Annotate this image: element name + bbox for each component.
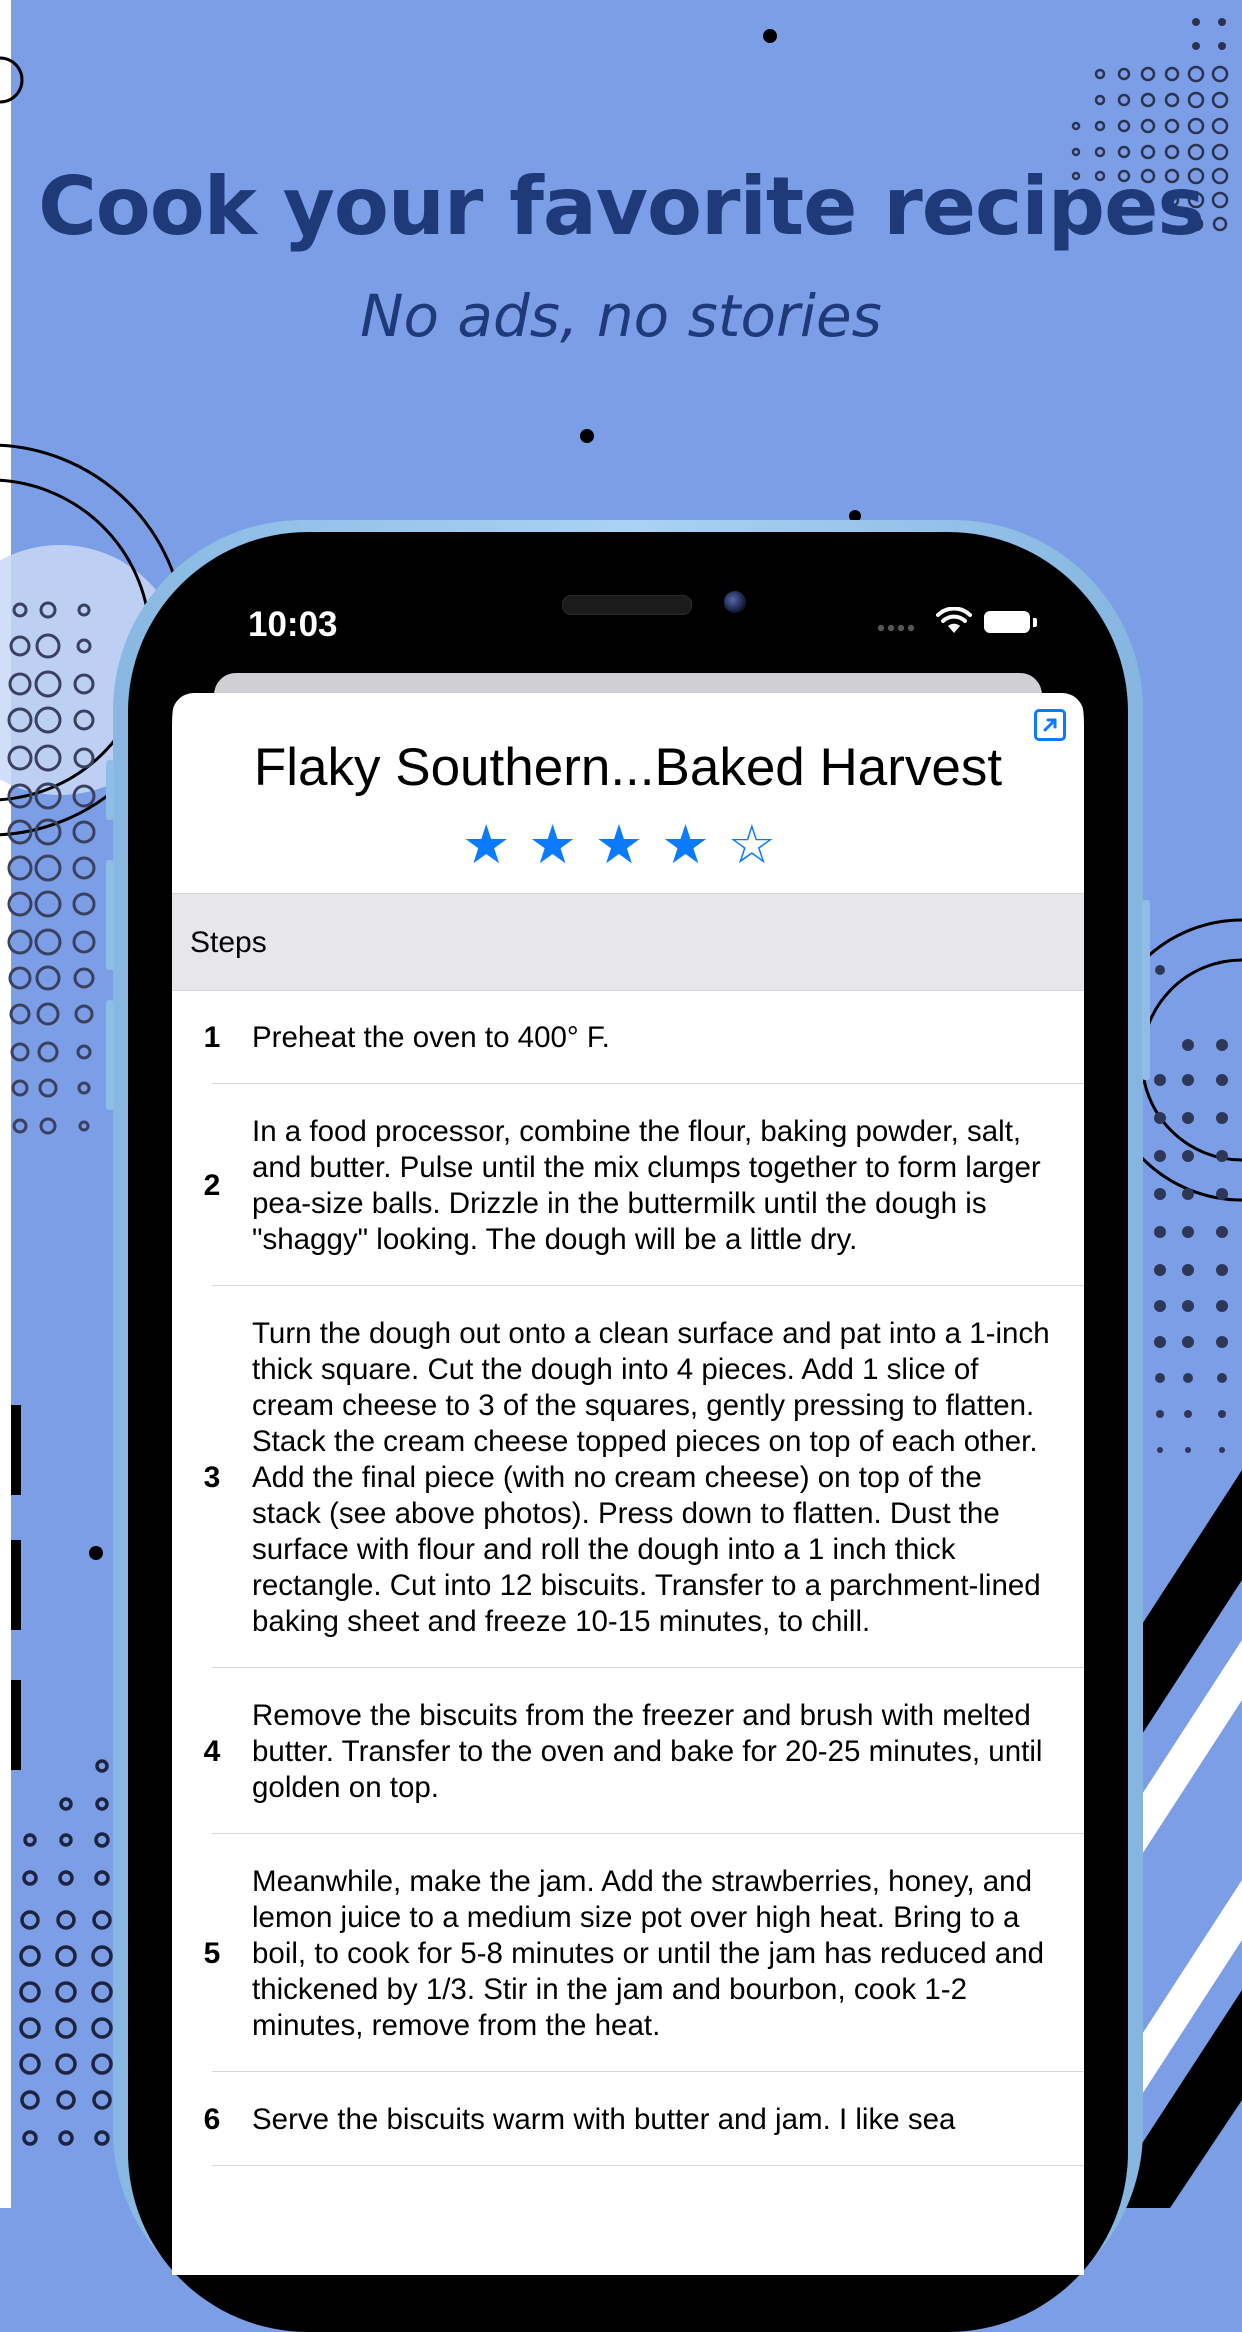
step-row[interactable]: 4 Remove the biscuits from the freezer a… xyxy=(172,1668,1084,1834)
step-row[interactable]: 6 Serve the biscuits warm with butter an… xyxy=(172,2072,1084,2166)
speaker-grille xyxy=(562,595,692,615)
step-number: 3 xyxy=(203,1461,221,1494)
step-text: Preheat the oven to 400° F. xyxy=(252,1021,610,1054)
battery-tip xyxy=(1033,618,1037,627)
phone-side-button xyxy=(106,1000,114,1110)
phone-side-button xyxy=(1142,900,1150,1080)
step-row[interactable]: 1 Preheat the oven to 400° F. xyxy=(172,990,1084,1084)
step-number: 6 xyxy=(203,2103,221,2136)
steps-list: 1 Preheat the oven to 400° F. 2 In a foo… xyxy=(172,990,1084,2166)
step-number: 4 xyxy=(203,1735,221,1768)
steps-section-label: Steps xyxy=(190,926,267,959)
phone-side-button xyxy=(106,760,114,820)
step-row[interactable]: 5 Meanwhile, make the jam. Add the straw… xyxy=(172,1834,1084,2072)
marketing-headline: Cook your favorite recipes xyxy=(38,160,1205,253)
step-text: Serve the biscuits warm with butter and … xyxy=(252,2103,956,2136)
step-number: 2 xyxy=(203,1169,221,1202)
battery-icon xyxy=(984,611,1030,633)
wifi-icon xyxy=(936,607,972,633)
step-number: 5 xyxy=(203,1937,221,1970)
steps-section-header: Steps xyxy=(172,893,1084,991)
step-row[interactable]: 2 In a food processor, combine the flour… xyxy=(172,1084,1084,1286)
phone-screen: 10:03 Flaky Southern...Baked Harvest ★★★… xyxy=(172,575,1084,2275)
phone-side-button xyxy=(106,860,114,970)
step-number: 1 xyxy=(203,1021,221,1054)
step-text: Meanwhile, make the jam. Add the strawbe… xyxy=(252,1865,1045,2042)
star-rating[interactable]: ★★★★☆ xyxy=(172,813,1084,876)
recipe-title: Flaky Southern...Baked Harvest xyxy=(253,738,1003,797)
recipe-sheet: Flaky Southern...Baked Harvest ★★★★☆ Ste… xyxy=(172,693,1084,2275)
marketing-subheadline: No ads, no stories xyxy=(360,282,882,350)
status-bar: 10:03 xyxy=(172,575,1084,685)
status-time: 10:03 xyxy=(248,605,338,644)
step-row[interactable]: 3 Turn the dough out onto a clean surfac… xyxy=(172,1286,1084,1668)
cellular-signal-icon xyxy=(877,624,915,632)
step-text: Remove the biscuits from the freezer and… xyxy=(252,1699,1043,1804)
step-text: Turn the dough out onto a clean surface … xyxy=(252,1317,1050,1638)
front-camera xyxy=(724,591,746,613)
step-text: In a food processor, combine the flour, … xyxy=(252,1115,1041,1256)
